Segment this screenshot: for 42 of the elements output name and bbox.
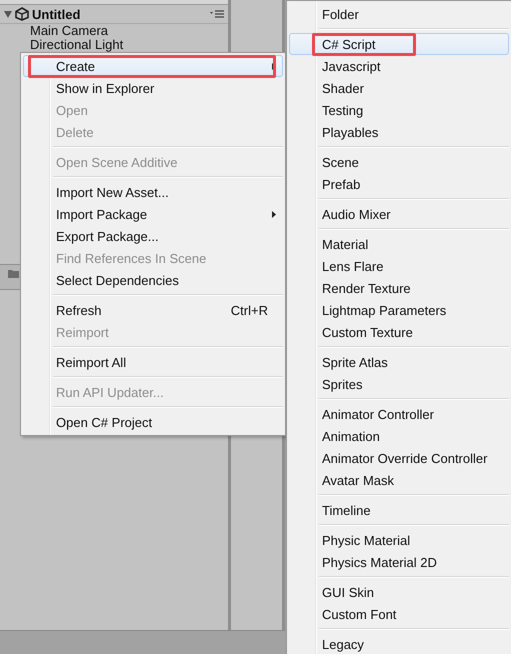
scene-title: Untitled bbox=[32, 6, 82, 22]
menu-icon[interactable] bbox=[210, 10, 224, 18]
menu-item[interactable]: Select Dependencies bbox=[23, 269, 283, 291]
cube-logo-icon bbox=[15, 7, 29, 21]
menu-item[interactable]: Material bbox=[289, 233, 509, 255]
menu-item[interactable]: Sprite Atlas bbox=[289, 351, 509, 373]
menu-item[interactable]: Legacy bbox=[289, 633, 509, 654]
folder-icon bbox=[8, 269, 19, 278]
menu-item[interactable]: GUI Skin bbox=[289, 581, 509, 603]
menu-item[interactable]: Physics Material 2D bbox=[289, 551, 509, 573]
menu-item[interactable]: Folder bbox=[289, 3, 509, 25]
menu-item[interactable]: Import New Asset... bbox=[23, 181, 283, 203]
menu-item[interactable]: Sprites bbox=[289, 373, 509, 395]
menu-item[interactable]: Animation bbox=[289, 425, 509, 447]
menu-item[interactable]: Animator Override Controller bbox=[289, 447, 509, 469]
menu-item[interactable]: Refresh Ctrl+R bbox=[23, 299, 283, 321]
menu-item[interactable]: Lens Flare bbox=[289, 255, 509, 277]
menu-item[interactable]: Prefab bbox=[289, 173, 509, 195]
hierarchy-item[interactable]: Main Camera bbox=[0, 24, 228, 38]
menu-item[interactable]: Import Package bbox=[23, 203, 283, 225]
menu-item[interactable]: Create bbox=[23, 55, 283, 77]
menu-item[interactable]: C# Script bbox=[289, 33, 509, 55]
menu-item[interactable]: Timeline bbox=[289, 499, 509, 521]
menu-item[interactable]: Playables bbox=[289, 121, 509, 143]
menu-item[interactable]: Lightmap Parameters bbox=[289, 299, 509, 321]
menu-item[interactable]: Javascript bbox=[289, 55, 509, 77]
menu-item[interactable]: Testing bbox=[289, 99, 509, 121]
menu-item[interactable]: Reimport All bbox=[23, 351, 283, 373]
menu-item[interactable]: Show in Explorer bbox=[23, 77, 283, 99]
menu-item[interactable]: Open C# Project bbox=[23, 411, 283, 433]
menu-item[interactable]: Custom Font bbox=[289, 603, 509, 625]
menu-item[interactable]: Scene bbox=[289, 151, 509, 173]
caret-icon bbox=[4, 10, 12, 18]
menu-item[interactable]: Render Texture bbox=[289, 277, 509, 299]
menu-item[interactable]: Export Package... bbox=[23, 225, 283, 247]
hierarchy-item[interactable]: Directional Light bbox=[0, 38, 228, 52]
menu-item[interactable]: Avatar Mask bbox=[289, 469, 509, 491]
menu-item[interactable]: Physic Material bbox=[289, 529, 509, 551]
menu-item[interactable]: Audio Mixer bbox=[289, 203, 509, 225]
menu-item[interactable]: Animator Controller bbox=[289, 403, 509, 425]
menu-item[interactable]: Shader bbox=[289, 77, 509, 99]
menu-item[interactable]: Custom Texture bbox=[289, 321, 509, 343]
